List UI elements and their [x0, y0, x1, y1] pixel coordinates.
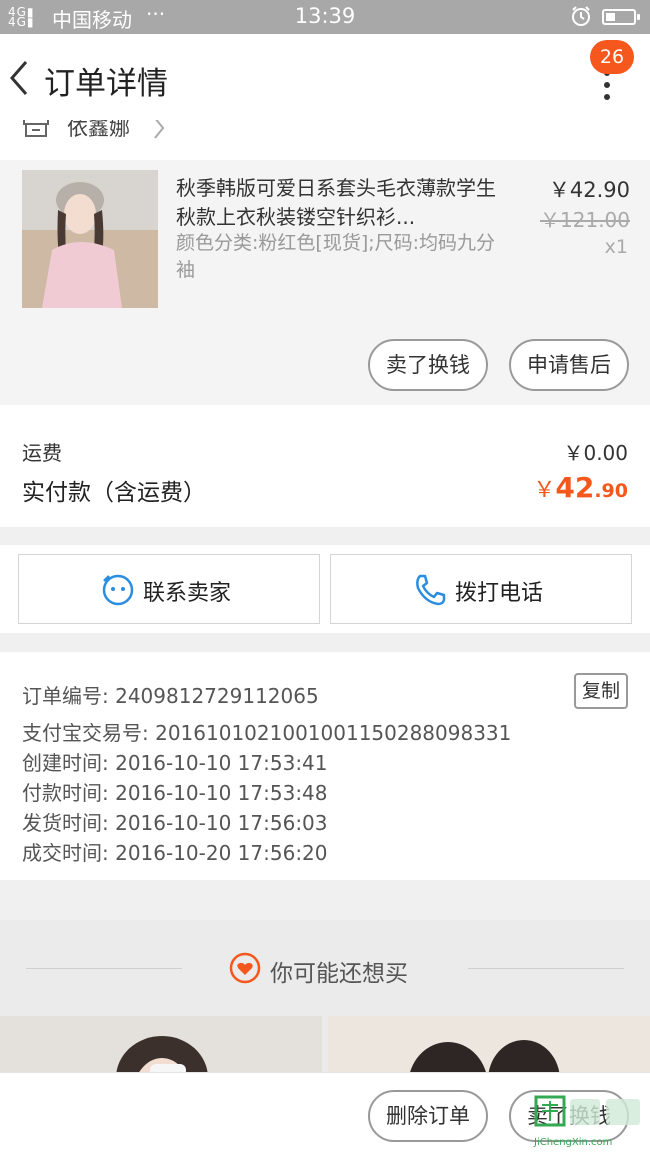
chat-bubble-icon	[102, 574, 134, 606]
back-arrow-icon[interactable]	[4, 56, 40, 100]
recommend-title: 你可能还想买	[270, 961, 408, 987]
divider	[468, 968, 624, 969]
status-bar: 4G▮ 4G▮ 中国移动 ··· 13:39	[0, 0, 650, 34]
alarm-icon	[572, 6, 590, 26]
copy-button[interactable]: 复制	[574, 673, 628, 709]
created-time: 创建时间: 2016-10-10 17:53:41	[22, 751, 328, 775]
product-name[interactable]: 秋季韩版可爱日系套头毛衣薄款学生秋款上衣秋装镂空针织衫...	[176, 174, 496, 232]
call-phone-button[interactable]: 拨打电话	[330, 554, 632, 624]
paid-label: 实付款（含运费）	[22, 480, 206, 506]
product-photo	[22, 170, 158, 308]
paid-amount: ￥42.90	[533, 471, 628, 504]
shipped-time: 发货时间: 2016-10-10 17:56:03	[22, 811, 328, 835]
shipping-label: 运费	[22, 441, 62, 465]
after-sale-button[interactable]: 申请售后	[509, 339, 629, 391]
order-item[interactable]: 秋季韩版可爱日系套头毛衣薄款学生秋款上衣秋装镂空针织衫... 颜色分类:粉红色[…	[0, 160, 650, 405]
product-spec: 颜色分类:粉红色[现货];尺码:均码九分袖	[176, 232, 496, 281]
call-phone-label: 拨打电话	[455, 581, 544, 606]
delete-order-button[interactable]: 删除订单	[368, 1090, 488, 1142]
phone-icon	[416, 574, 446, 606]
sell-for-cash-button[interactable]: 卖了换钱	[368, 339, 488, 391]
product-quantity: x1	[604, 236, 628, 258]
page-title: 订单详情	[44, 66, 168, 102]
status-time: 13:39	[294, 4, 356, 28]
order-number: 订单编号: 2409812729112065	[22, 684, 319, 708]
order-totals: 运费 ￥0.00 实付款（含运费） ￥42.90	[0, 405, 650, 527]
contact-section: 联系卖家 拨打电话	[0, 545, 650, 633]
more-menu-icon[interactable]	[590, 70, 624, 114]
shop-row[interactable]: 依鑫娜	[0, 120, 650, 160]
alipay-trade-number: 支付宝交易号: 2016101021001001150288098331	[22, 721, 512, 745]
message-count-badge: 26	[590, 40, 634, 74]
shop-icon	[23, 120, 49, 137]
nav-bar: 订单详情 26	[0, 34, 650, 120]
contact-seller-label: 联系卖家	[143, 581, 232, 606]
product-thumbnail[interactable]	[22, 170, 158, 308]
order-info: 订单编号: 2409812729112065 复制 支付宝交易号: 201610…	[0, 652, 650, 880]
shipping-value: ￥0.00	[563, 441, 628, 465]
divider	[26, 968, 182, 969]
product-price: ￥42.90	[548, 178, 630, 202]
contact-seller-button[interactable]: 联系卖家	[18, 554, 320, 624]
watermark-logo: JiChengXin.com	[530, 1087, 648, 1153]
completed-time: 成交时间: 2016-10-20 17:56:20	[22, 841, 328, 865]
product-original-price: ￥121.00	[540, 208, 630, 232]
heart-icon	[229, 952, 261, 984]
battery-icon	[602, 9, 640, 25]
bottom-action-bar: 删除订单 卖了换钱 JiChengXin.com	[0, 1072, 650, 1155]
chevron-right-icon	[154, 120, 165, 139]
shop-name: 依鑫娜	[67, 120, 130, 140]
paid-time: 付款时间: 2016-10-10 17:53:48	[22, 781, 328, 805]
